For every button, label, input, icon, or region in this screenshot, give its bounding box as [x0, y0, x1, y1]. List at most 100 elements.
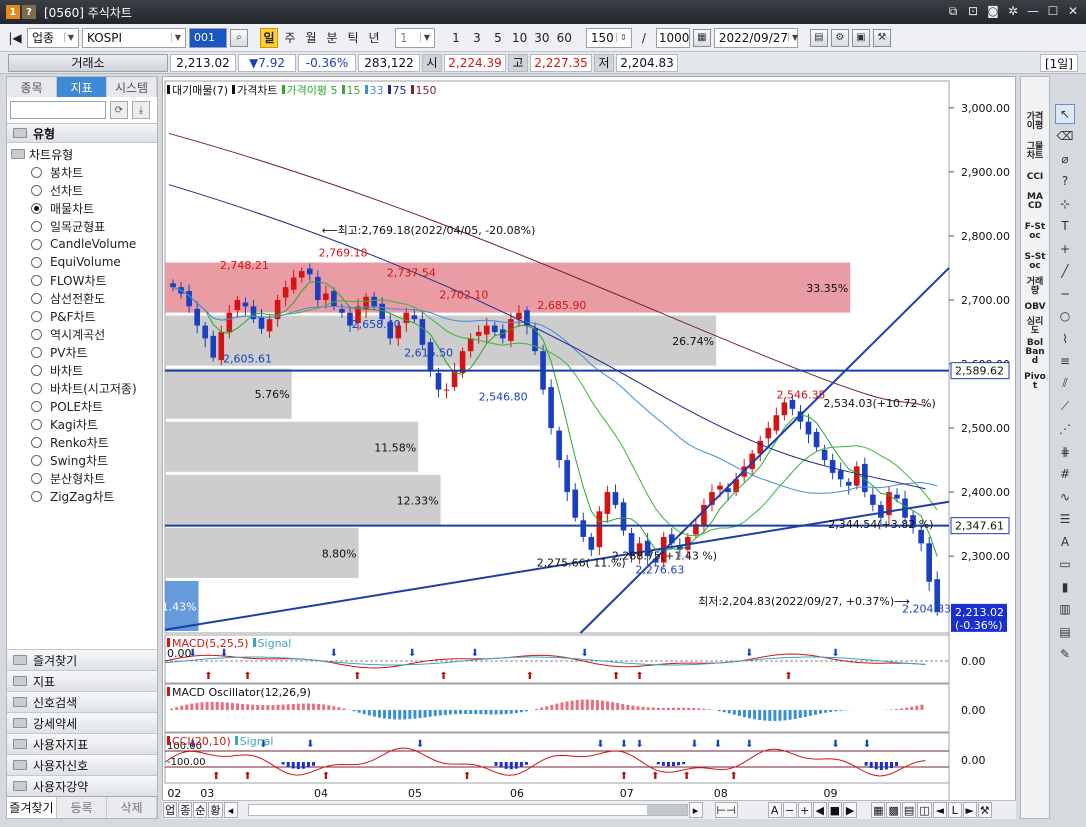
- chart-type-option[interactable]: 바차트: [7, 361, 157, 379]
- chart-type-option[interactable]: PV차트: [7, 343, 157, 361]
- indicator-shortcut[interactable]: MACD: [1021, 187, 1049, 217]
- tree-root[interactable]: 차트유형: [7, 145, 157, 163]
- chart-type-option[interactable]: 매물차트: [7, 199, 157, 217]
- chart-type-option[interactable]: 선차트: [7, 181, 157, 199]
- chart-type-option[interactable]: EquiVolume: [7, 253, 157, 271]
- period-year-button[interactable]: 년: [365, 28, 383, 48]
- prev-icon[interactable]: ◀: [812, 802, 827, 818]
- crosshair-icon[interactable]: +: [1055, 239, 1075, 259]
- radio-icon[interactable]: [31, 364, 42, 376]
- radio-icon[interactable]: [31, 454, 42, 466]
- gann-icon[interactable]: ⋕: [1055, 442, 1075, 462]
- radio-icon[interactable]: [31, 256, 42, 268]
- chart-type-option[interactable]: 바차트(시고저종): [7, 379, 157, 397]
- indicator-shortcut[interactable]: F-Stoc: [1021, 217, 1049, 247]
- bottom-btn-2[interactable]: 종: [178, 802, 193, 818]
- horizontal-line-icon[interactable]: ─: [1055, 284, 1075, 304]
- delete-all-icon[interactable]: ⌀: [1055, 149, 1075, 169]
- bottom-btn-4[interactable]: 황: [208, 802, 223, 818]
- quick-30-button[interactable]: 30: [532, 28, 551, 48]
- tools-icon[interactable]: ⚒: [872, 28, 891, 47]
- zoom-in-icon[interactable]: A: [767, 802, 782, 818]
- scroll-thumb[interactable]: [646, 805, 687, 815]
- wrench-icon[interactable]: ✎: [1055, 644, 1075, 664]
- chart-type-option[interactable]: 삼선전환도: [7, 289, 157, 307]
- indicator-shortcut[interactable]: CCI: [1021, 167, 1049, 187]
- indicator-shortcut[interactable]: 거래량: [1021, 277, 1049, 297]
- indicator-shortcut[interactable]: 그물차트: [1021, 137, 1049, 167]
- date-select[interactable]: 2022/09/27 ▼: [713, 27, 798, 48]
- tab-indicator[interactable]: 지표: [57, 77, 107, 97]
- minimize-icon[interactable]: —: [1026, 4, 1040, 18]
- chart-type-option[interactable]: FLOW차트: [7, 271, 157, 289]
- indicator-search-input[interactable]: [10, 101, 106, 119]
- radio-icon[interactable]: [31, 328, 42, 340]
- camera-icon[interactable]: ◙: [986, 4, 1000, 18]
- chart-type-option[interactable]: P&F차트: [7, 307, 157, 325]
- radio-icon[interactable]: [31, 184, 42, 196]
- total-count-input[interactable]: 1000: [655, 27, 690, 48]
- indicator-shortcut[interactable]: Bol Band: [1021, 337, 1049, 367]
- category-folder[interactable]: 사용자강약: [7, 775, 157, 796]
- stop-icon[interactable]: ■: [827, 802, 843, 818]
- line-tool-icon[interactable]: L: [947, 802, 962, 818]
- category-folder[interactable]: 사용자지표: [7, 733, 157, 754]
- chart-area[interactable]: 3,000.002,900.002,800.002,700.002,600.00…: [162, 76, 1016, 819]
- wave-icon[interactable]: ∿: [1055, 487, 1075, 507]
- favorites-tab[interactable]: 즐겨찾기: [7, 797, 57, 818]
- horizontal-scrollbar[interactable]: [247, 804, 688, 816]
- doc-icon[interactable]: ▤: [1055, 622, 1075, 642]
- play-icon[interactable]: ▶: [843, 802, 858, 818]
- count-stepper[interactable]: 150 ⇕: [585, 27, 632, 48]
- quick-5-button[interactable]: 5: [489, 28, 507, 48]
- quick-60-button[interactable]: 60: [555, 28, 574, 48]
- exchange-label[interactable]: 거래소: [8, 53, 168, 72]
- gear-icon[interactable]: ✲: [1006, 4, 1020, 18]
- interval-select[interactable]: 1 ▼: [395, 27, 435, 48]
- tab-symbol[interactable]: 종목: [7, 77, 57, 97]
- category-folder[interactable]: 즐겨찾기: [7, 649, 157, 670]
- period-day-button[interactable]: 일: [260, 27, 278, 48]
- category-folder[interactable]: 신호검색: [7, 691, 157, 712]
- register-button[interactable]: 등록: [57, 797, 107, 818]
- indicator-shortcut[interactable]: 가격이평: [1021, 107, 1049, 137]
- channel-icon[interactable]: ☰: [1055, 509, 1075, 529]
- indicator-shortcut[interactable]: 심리도: [1021, 317, 1049, 337]
- radio-icon[interactable]: [31, 490, 42, 502]
- delete-button[interactable]: 삭제: [107, 797, 157, 818]
- chart-type-option[interactable]: 일목균형표: [7, 217, 157, 235]
- save-icon[interactable]: ▣: [851, 28, 870, 47]
- indicator-shortcut[interactable]: S-Stoc: [1021, 247, 1049, 277]
- parallel-line-icon[interactable]: ⫽: [1055, 374, 1075, 394]
- radio-icon[interactable]: [31, 220, 42, 232]
- category-folder[interactable]: 강세약세: [7, 712, 157, 733]
- grid-tool-icon[interactable]: #: [1055, 464, 1075, 484]
- chart-type-option[interactable]: 봉차트: [7, 163, 157, 181]
- category-folder[interactable]: 지표: [7, 670, 157, 691]
- plus-icon[interactable]: +: [797, 802, 812, 818]
- radio-icon[interactable]: [31, 382, 42, 394]
- excel-icon[interactable]: ▦: [871, 802, 886, 818]
- speed-line-icon[interactable]: ⟋: [1055, 397, 1075, 417]
- radio-icon[interactable]: [31, 436, 42, 448]
- minus-icon[interactable]: −: [782, 802, 797, 818]
- chart-type-option[interactable]: 분산형차트: [7, 469, 157, 487]
- period-week-button[interactable]: 주: [281, 28, 299, 48]
- chart-type-option[interactable]: Swing차트: [7, 451, 157, 469]
- fan-icon[interactable]: ⋰: [1055, 419, 1075, 439]
- quick-3-button[interactable]: 3: [468, 28, 486, 48]
- radio-icon[interactable]: [31, 238, 42, 250]
- chart-type-option[interactable]: Renko차트: [7, 433, 157, 451]
- text-tool-icon[interactable]: T: [1055, 217, 1075, 237]
- window-icon[interactable]: ▭: [1055, 554, 1075, 574]
- layout-icon[interactable]: ◫: [917, 802, 932, 818]
- symbol-select[interactable]: KOSPI ▼: [82, 27, 186, 48]
- chart-type-option[interactable]: Kagi차트: [7, 415, 157, 433]
- circle-icon[interactable]: ○: [1055, 307, 1075, 327]
- scroll-right-icon[interactable]: ▸: [688, 802, 703, 818]
- prev-symbol-icon[interactable]: |◀: [6, 28, 24, 48]
- symbol-code[interactable]: 001: [189, 27, 227, 48]
- tab-system[interactable]: 시스템: [107, 77, 157, 97]
- help-icon[interactable]: ?: [1055, 172, 1075, 192]
- radio-icon[interactable]: [31, 346, 42, 358]
